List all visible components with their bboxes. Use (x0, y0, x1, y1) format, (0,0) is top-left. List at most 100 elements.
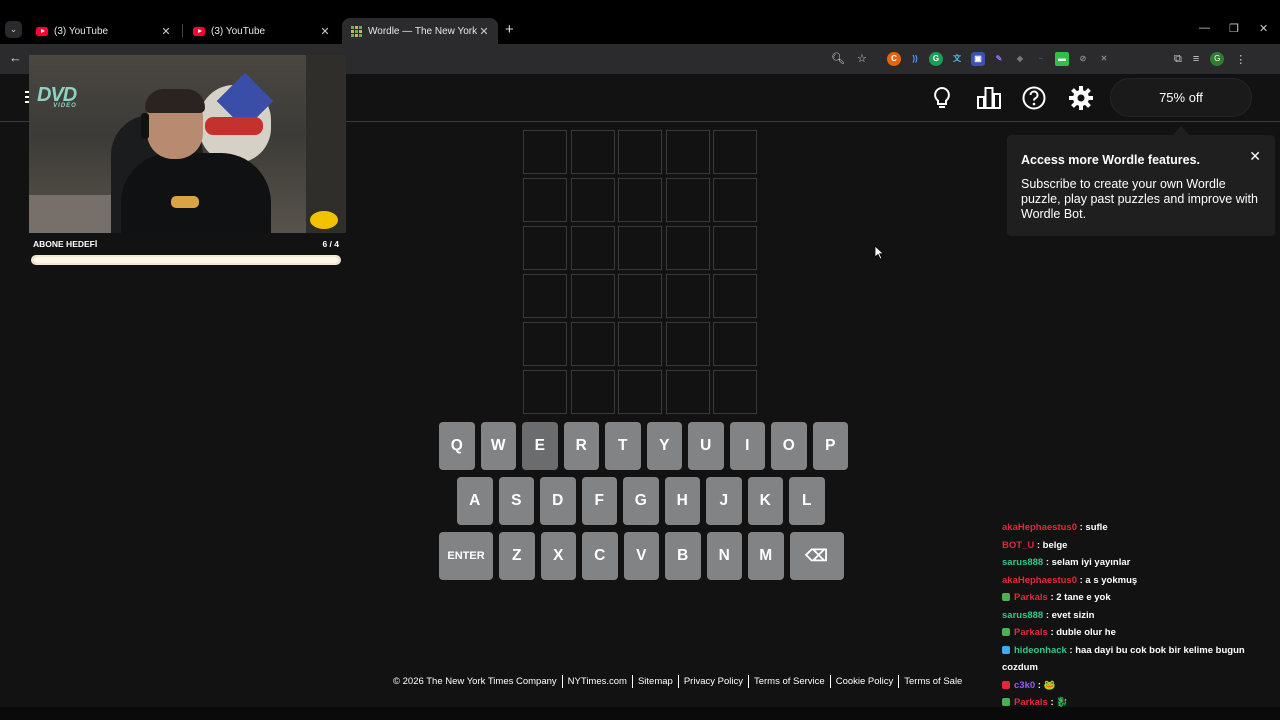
board-tile (618, 226, 662, 270)
close-tab-icon[interactable]: ✕ (160, 25, 172, 38)
extension-sound-icon[interactable]: )) (908, 52, 922, 66)
board-tile (618, 274, 662, 318)
key-e[interactable]: E (522, 422, 558, 470)
board-tile (713, 322, 757, 366)
extension-block-icon[interactable]: ⊘ (1076, 52, 1090, 66)
key-h[interactable]: H (664, 477, 700, 525)
game-board (523, 130, 758, 414)
bottom-bar (0, 707, 1280, 720)
help-icon[interactable] (1021, 85, 1047, 111)
chat-username: BOT_U (1002, 539, 1035, 551)
chat-text: : duble olur he (1047, 627, 1116, 638)
browser-tab-wordle[interactable]: Wordle — The New York Times ✕ (342, 18, 498, 44)
key-w[interactable]: W (480, 422, 516, 470)
browser-tab-youtube-1[interactable]: (3) YouTube ✕ (28, 18, 180, 44)
board-tile (523, 130, 567, 174)
extensions-puzzle-icon[interactable]: ⧉ (1174, 53, 1182, 66)
enter-key[interactable]: ENTER (439, 532, 493, 580)
extension-translate-icon[interactable]: 文 (950, 52, 964, 66)
media-control-icon[interactable]: ≡ (1193, 53, 1199, 65)
key-k[interactable]: K (747, 477, 783, 525)
key-z[interactable]: Z (499, 532, 535, 580)
zoom-icon[interactable]: 🔍︎ (831, 52, 845, 65)
key-g[interactable]: G (623, 477, 659, 525)
extension-dark-icon[interactable]: ◆ (1013, 52, 1027, 66)
close-window-icon[interactable]: ✕ (1259, 22, 1268, 35)
board-tile (570, 322, 615, 366)
extension-pen-icon[interactable]: ✎ (992, 52, 1006, 66)
board-tile (618, 370, 662, 414)
key-t[interactable]: T (605, 422, 641, 470)
key-r[interactable]: R (563, 422, 599, 470)
subscribe-offer-button[interactable]: 75% off (1110, 78, 1252, 117)
bookmark-star-icon[interactable]: ☆ (857, 52, 867, 65)
key-f[interactable]: F (581, 477, 617, 525)
extension-wave-icon[interactable]: ~ (1034, 52, 1048, 66)
tab-title: (3) YouTube (211, 25, 266, 37)
footer-link[interactable]: Terms of Service (754, 676, 825, 687)
restore-icon[interactable]: ❐ (1229, 22, 1239, 35)
key-u[interactable]: U (688, 422, 724, 470)
chat-badge-icon (1002, 593, 1010, 601)
footer-link[interactable]: Terms of Sale (904, 676, 962, 687)
settings-gear-icon[interactable] (1068, 85, 1094, 111)
footer-link[interactable]: Sitemap (638, 676, 673, 687)
chat-message: Parkals : duble olur he (1002, 624, 1272, 642)
chat-username: sarus888 (1002, 557, 1044, 568)
back-arrow-icon[interactable]: ← (9, 50, 22, 65)
hint-lightbulb-icon[interactable] (929, 85, 955, 111)
new-tab-button[interactable]: + (505, 21, 514, 38)
key-i[interactable]: I (729, 422, 765, 470)
extension-grammarly-icon[interactable]: G (929, 52, 943, 66)
tab-title: Wordle — The New York Times (368, 25, 478, 37)
footer-link[interactable]: Privacy Policy (684, 676, 743, 687)
footer-link[interactable]: NYTimes.com (568, 676, 627, 687)
extensions-row: C )) G 文 ▣ ✎ ◆ ~ ▬ ⊘ ✕ (887, 52, 1111, 66)
board-tile (618, 178, 662, 222)
board-tile (570, 130, 615, 174)
key-v[interactable]: V (623, 532, 659, 580)
wordle-icon (350, 25, 362, 37)
key-n[interactable]: N (706, 532, 742, 580)
key-q[interactable]: Q (439, 422, 475, 470)
board-tile (713, 274, 757, 318)
browser-menu-icon[interactable]: ⋮ (1235, 53, 1246, 66)
key-m[interactable]: M (748, 532, 784, 580)
footer-divider (677, 675, 679, 688)
profile-avatar[interactable]: G (1210, 52, 1225, 66)
chat-text: : a s yokmuş (1076, 574, 1138, 586)
extension-window-icon[interactable]: ▣ (971, 52, 985, 66)
close-tab-icon[interactable]: ✕ (478, 25, 490, 38)
key-p[interactable]: P (812, 422, 848, 470)
backspace-icon[interactable]: ⌫ (789, 532, 844, 580)
subscription-popover: Access more Wordle features. Subscribe t… (1007, 126, 1275, 236)
extension-puzzle-alt-icon[interactable]: ✕ (1097, 52, 1111, 66)
statistics-icon[interactable] (976, 85, 1002, 111)
minimize-icon[interactable]: — (1199, 22, 1210, 34)
chat-username: sarus888 (1002, 609, 1044, 621)
chat-message: Parkals : 2 tane e yok (1002, 589, 1272, 607)
key-s[interactable]: S (498, 477, 534, 525)
board-tile (713, 130, 757, 174)
key-b[interactable]: B (665, 532, 701, 580)
browser-tab-youtube-2[interactable]: (3) YouTube ✕ (185, 18, 339, 44)
key-c[interactable]: C (582, 532, 618, 580)
key-d[interactable]: D (540, 477, 576, 525)
chat-message: hideonhack : haa dayi bu cok bok bir kel… (1002, 642, 1272, 677)
extension-c-icon[interactable]: C (887, 52, 901, 66)
tab-search-button[interactable]: ⌄ (5, 21, 22, 38)
key-o[interactable]: O (771, 422, 807, 470)
close-tab-icon[interactable]: ✕ (319, 25, 331, 38)
extension-green-icon[interactable]: ▬ (1055, 52, 1069, 66)
key-j[interactable]: J (706, 477, 742, 525)
key-x[interactable]: X (540, 532, 576, 580)
tab-divider (182, 24, 183, 37)
close-icon[interactable]: ✕ (1249, 148, 1261, 165)
keyboard-row-2: ASDFGHJKL (457, 477, 825, 525)
footer-link[interactable]: Cookie Policy (836, 676, 894, 687)
key-l[interactable]: L (789, 477, 825, 525)
chat-text: : belge (1034, 539, 1068, 551)
key-y[interactable]: Y (646, 422, 682, 470)
board-tile (665, 226, 710, 270)
key-a[interactable]: A (457, 477, 493, 525)
